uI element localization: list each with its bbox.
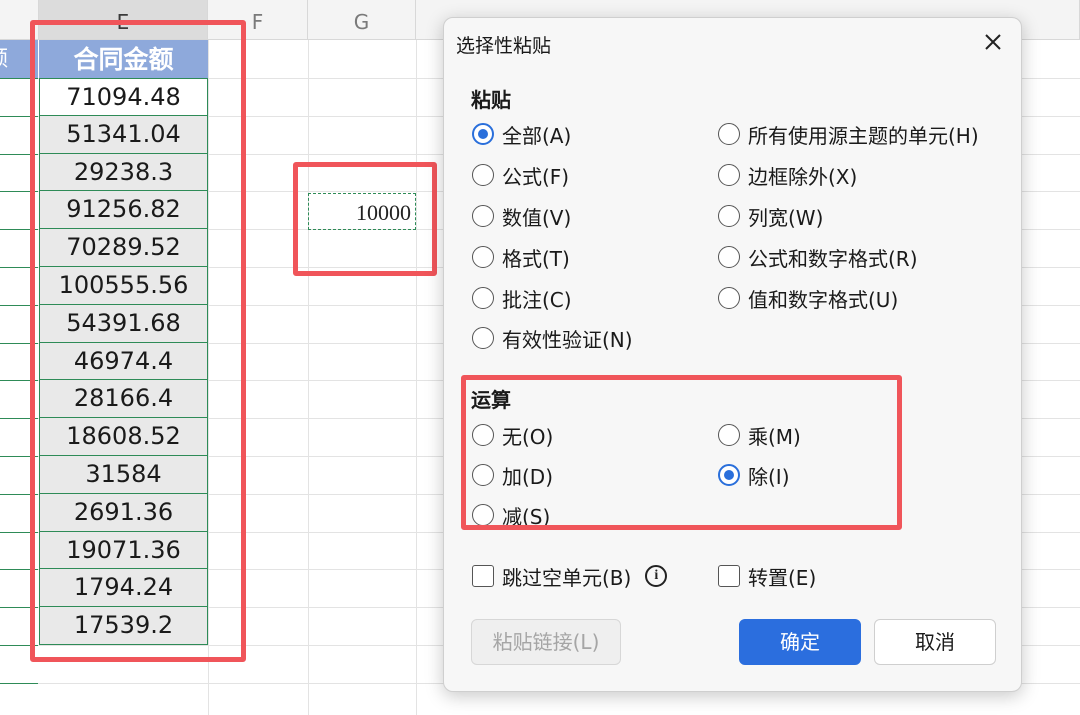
column-header-g[interactable]: G: [308, 0, 416, 40]
radio-paste-values[interactable]: 数值(V): [472, 202, 571, 230]
ok-button[interactable]: 确定: [739, 619, 861, 665]
radio-selected-icon: [472, 123, 494, 145]
radio-icon: [472, 287, 494, 309]
radio-paste-values-number-formats[interactable]: 值和数字格式(U): [718, 284, 898, 312]
paste-special-dialog: 选择性粘贴 粘贴 全部(A) 公式(F) 数值(V) 格式(T) 批注(C) 有…: [443, 17, 1022, 692]
highlight-box-cell-g: [293, 162, 437, 276]
radio-icon: [718, 205, 740, 227]
radio-icon: [718, 164, 740, 186]
radio-paste-source-theme[interactable]: 所有使用源主题的单元(H): [718, 120, 979, 148]
radio-icon: [472, 246, 494, 268]
radio-paste-comments[interactable]: 批注(C): [472, 284, 572, 312]
radio-icon: [718, 246, 740, 268]
checkbox-icon: [472, 565, 494, 587]
dialog-titlebar: 选择性粘贴: [444, 18, 1021, 70]
grid-line: [0, 682, 38, 684]
radio-paste-formulas-number-formats[interactable]: 公式和数字格式(R): [718, 243, 918, 271]
checkbox-skip-blanks[interactable]: 跳过空单元(B) i: [472, 562, 668, 590]
dialog-title: 选择性粘贴: [456, 35, 552, 57]
highlight-box-column-e: [30, 20, 246, 662]
radio-icon: [472, 205, 494, 227]
radio-icon: [718, 287, 740, 309]
radio-paste-column-widths[interactable]: 列宽(W): [718, 202, 823, 230]
radio-paste-all[interactable]: 全部(A): [472, 120, 571, 148]
radio-paste-formats[interactable]: 格式(T): [472, 243, 570, 271]
radio-icon: [718, 123, 740, 145]
radio-paste-except-borders[interactable]: 边框除外(X): [718, 161, 857, 189]
highlight-box-operation: [461, 375, 902, 530]
radio-paste-formulas[interactable]: 公式(F): [472, 161, 569, 189]
paste-section-title: 粘贴: [471, 88, 511, 112]
cancel-button[interactable]: 取消: [874, 619, 996, 665]
radio-icon: [472, 327, 494, 349]
close-icon[interactable]: [981, 30, 1005, 54]
info-icon[interactable]: i: [645, 565, 668, 587]
checkbox-icon: [718, 565, 740, 587]
paste-link-button[interactable]: 粘贴链接(L): [471, 619, 621, 665]
checkbox-transpose[interactable]: 转置(E): [718, 562, 816, 590]
radio-paste-validation[interactable]: 有效性验证(N): [472, 324, 633, 352]
radio-icon: [472, 164, 494, 186]
